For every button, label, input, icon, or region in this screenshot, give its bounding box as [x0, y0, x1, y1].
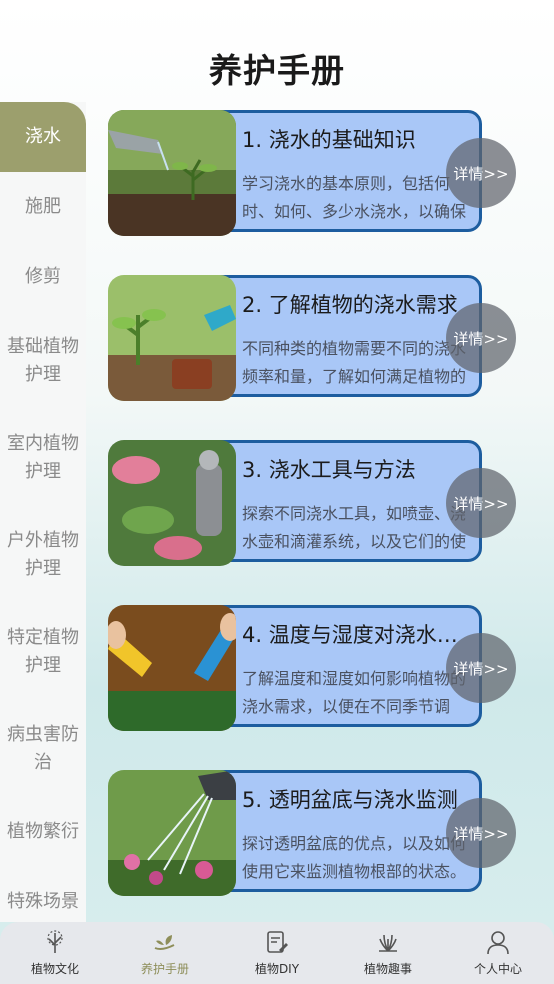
tab-plant-diy[interactable]: 植物DIY	[227, 928, 327, 977]
detail-button[interactable]: 详情>>	[446, 468, 516, 538]
tubes-image	[108, 605, 236, 731]
guide-card[interactable]: 2. 了解植物的浇水需求 不同种类的植物需要不同的浇水频率和量，了解如何满足植物…	[108, 275, 516, 401]
detail-button[interactable]: 详情>>	[446, 798, 516, 868]
sidebar-item-outdoor-care[interactable]: 户外植物 护理	[0, 506, 86, 603]
card-description: 了解温度和湿度如何影响植物的浇水需求，以便在不同季节调整。	[242, 669, 467, 716]
card-title: 4. 温度与湿度对浇水的影响	[242, 623, 472, 647]
detail-button[interactable]: 详情>>	[446, 633, 516, 703]
sidebar-item-pest-control[interactable]: 病虫害防 治	[0, 700, 86, 797]
card-description: 学习浇水的基本原则，包括何时、如何、多少水浇水，以确保植物健康生长。	[242, 174, 467, 221]
card-description: 探讨透明盆底的优点，以及如何使用它来监测植物根部的状态。	[242, 834, 467, 881]
guide-card[interactable]: 5. 透明盆底与浇水监测 探讨透明盆底的优点，以及如何使用它来监测植物根部的状态…	[108, 770, 516, 896]
card-description: 探索不同浇水工具，如喷壶、浇水壶和滴灌系统，以及它们的使用方法。	[242, 504, 467, 551]
sidebar-item-specific-care[interactable]: 特定植物 护理	[0, 603, 86, 700]
page-title: 养护手册	[209, 51, 345, 90]
detail-button[interactable]: 详情>>	[446, 303, 516, 373]
card-title: 5. 透明盆底与浇水监测	[242, 788, 458, 812]
card-title: 1. 浇水的基础知识	[242, 128, 416, 152]
bottom-tab-bar: 植物文化 养护手册 植物DIY 植物趣事 个人中心	[0, 922, 554, 984]
detail-button[interactable]: 详情>>	[446, 138, 516, 208]
card-title: 2. 了解植物的浇水需求	[242, 293, 458, 317]
guide-card[interactable]: 3. 浇水工具与方法 探索不同浇水工具，如喷壶、浇水壶和滴灌系统，以及它们的使用…	[108, 440, 516, 566]
sidebar-item-fertilizing[interactable]: 施肥	[0, 172, 86, 242]
sidebar-item-indoor-care[interactable]: 室内植物 护理	[0, 409, 86, 506]
guide-card[interactable]: 1. 浇水的基础知识 学习浇水的基本原则，包括何时、如何、多少水浇水，以确保植物…	[108, 110, 516, 236]
sidebar-item-pruning[interactable]: 修剪	[0, 242, 86, 312]
tab-plant-culture[interactable]: 植物文化	[5, 928, 105, 977]
tab-care-manual[interactable]: 养护手册	[115, 928, 215, 977]
card-description: 不同种类的植物需要不同的浇水频率和量，了解如何满足植物的需求。	[242, 339, 467, 386]
plant-icon	[379, 934, 397, 952]
spray-flowers-image	[108, 770, 236, 896]
seedling-pots-image	[108, 275, 236, 401]
note-pen-icon	[267, 931, 288, 953]
category-sidebar: 浇水 施肥 修剪 基础植物 护理 室内植物 护理 户外植物 护理 特定植物 护理…	[0, 102, 86, 922]
tab-plant-fun[interactable]: 植物趣事	[338, 928, 438, 977]
person-icon	[487, 931, 509, 955]
sidebar-item-propagation[interactable]: 植物繁衍	[0, 797, 86, 867]
tree-icon	[47, 930, 63, 953]
watering-can-soil-image	[108, 110, 236, 236]
card-title: 3. 浇水工具与方法	[242, 458, 416, 482]
watering-tool-plant-image	[108, 440, 236, 566]
sidebar-item-basic-care[interactable]: 基础植物 护理	[0, 312, 86, 409]
guide-card[interactable]: 4. 温度与湿度对浇水的影响 了解温度和湿度如何影响植物的浇水需求，以便在不同季…	[108, 605, 516, 731]
tab-personal-center[interactable]: 个人中心	[448, 928, 548, 977]
sidebar-item-watering[interactable]: 浇水	[0, 102, 86, 172]
sprout-hand-icon	[154, 935, 175, 950]
